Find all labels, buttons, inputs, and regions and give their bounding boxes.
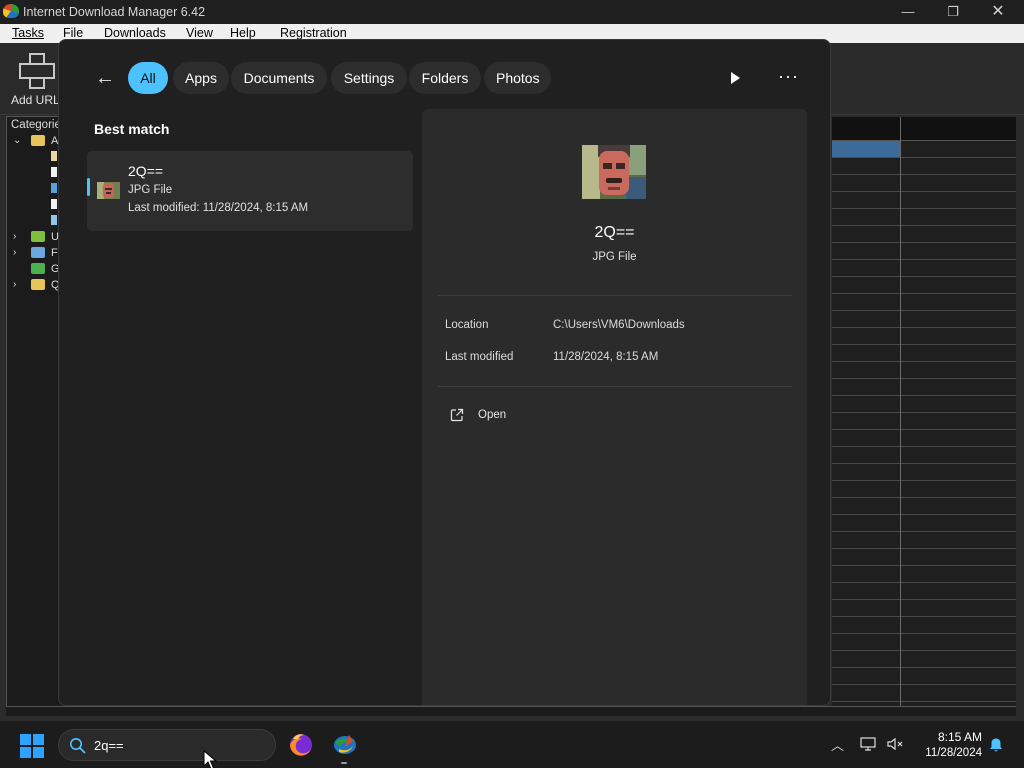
file-type-icon — [51, 183, 57, 193]
last-modified-label: Last modified — [445, 351, 514, 363]
image-preview-thumbnail — [582, 145, 646, 199]
menu-registration[interactable]: Registration — [280, 26, 347, 40]
chevron-right-icon[interactable]: › — [13, 279, 16, 290]
best-match-heading: Best match — [94, 121, 170, 137]
firefox-icon[interactable] — [287, 731, 315, 759]
menu-file[interactable]: File — [63, 26, 83, 40]
idm-app-icon — [3, 4, 19, 18]
location-value: C:\Users\VM6\Downloads — [553, 319, 685, 331]
divider — [438, 386, 792, 387]
close-button[interactable]: ✕ — [975, 1, 1021, 23]
idm-status-bar — [6, 706, 1016, 716]
categories-header[interactable]: Categorie — [11, 119, 61, 131]
search-input[interactable]: 2q== — [94, 738, 124, 753]
result-file-name: 2Q== — [128, 163, 164, 179]
image-thumbnail-icon — [97, 182, 120, 199]
menu-help[interactable]: Help — [230, 26, 256, 40]
location-label: Location — [445, 319, 489, 331]
notification-bell-icon[interactable] — [988, 737, 1004, 753]
maximize-button[interactable]: ❐ — [930, 1, 976, 23]
divider — [438, 295, 792, 296]
queue-folder-icon — [31, 279, 45, 290]
folder-check-icon — [31, 247, 45, 258]
chevron-right-icon[interactable]: › — [13, 247, 16, 258]
windows-start-icon[interactable] — [20, 734, 44, 758]
selected-row[interactable] — [832, 141, 900, 157]
plus-icon — [19, 53, 55, 89]
file-type-icon — [51, 199, 57, 209]
add-url-label: Add URL — [11, 93, 60, 107]
preview-file-type: JPG File — [592, 251, 637, 263]
running-indicator — [341, 762, 347, 764]
last-modified-value: 11/28/2024, 8:15 AM — [553, 351, 659, 363]
best-match-result[interactable]: 2Q== JPG File Last modified: 11/28/2024,… — [87, 151, 413, 231]
more-options-icon[interactable]: ··· — [778, 64, 800, 88]
filter-all[interactable]: All — [128, 62, 168, 94]
file-type-icon — [51, 215, 57, 225]
filter-apps[interactable]: Apps — [173, 62, 229, 94]
preview-file-name: 2Q== — [594, 224, 635, 241]
folder-icon — [31, 231, 45, 242]
file-type-icon — [51, 151, 57, 161]
download-list[interactable] — [832, 117, 1016, 715]
menu-downloads[interactable]: Downloads — [104, 26, 166, 40]
network-icon[interactable] — [860, 737, 878, 751]
taskbar-search-box[interactable]: 2q== — [58, 729, 276, 761]
play-icon[interactable] — [726, 69, 742, 87]
search-icon — [70, 738, 86, 754]
open-button[interactable]: Open — [446, 407, 556, 429]
volume-muted-icon[interactable] — [886, 736, 904, 752]
idm-window-title: Internet Download Manager 6.42 — [23, 5, 206, 19]
taskbar: 2q== ︿ 8:15 AM 11/28/2024 — [0, 720, 1024, 768]
chevron-right-icon[interactable]: › — [13, 231, 16, 242]
menu-view[interactable]: View — [186, 26, 213, 40]
menu-tasks[interactable]: Tasks — [12, 26, 44, 40]
minimize-button[interactable]: — — [885, 1, 931, 23]
filter-documents[interactable]: Documents — [231, 62, 327, 94]
result-last-modified: Last modified: 11/28/2024, 8:15 AM — [128, 202, 309, 214]
idm-taskbar-icon[interactable] — [331, 731, 359, 759]
grabber-icon — [31, 263, 45, 274]
filter-folders[interactable]: Folders — [409, 62, 481, 94]
filter-settings[interactable]: Settings — [331, 62, 407, 94]
mouse-cursor-icon — [203, 750, 217, 768]
file-type-icon — [51, 167, 57, 177]
back-arrow-icon[interactable]: ← — [95, 66, 117, 90]
column-divider[interactable] — [900, 117, 901, 715]
result-file-type: JPG File — [128, 184, 173, 196]
preview-pane: 2Q== JPG File Location C:\Users\VM6\Down… — [422, 109, 807, 705]
download-list-header[interactable] — [832, 117, 1016, 141]
filter-photos[interactable]: Photos — [484, 62, 551, 94]
show-hidden-icons-icon[interactable]: ︿ — [831, 735, 844, 754]
selection-indicator — [87, 178, 90, 196]
idm-title-bar: Internet Download Manager 6.42 — ❐ ✕ — [0, 0, 1024, 24]
search-flyout: ← All Apps Documents Settings Folders Ph… — [58, 39, 831, 706]
clock-time[interactable]: 8:15 AM — [912, 730, 982, 744]
chevron-down-icon[interactable]: ⌄ — [13, 135, 21, 146]
open-external-icon — [450, 408, 464, 422]
clock-date[interactable]: 11/28/2024 — [912, 747, 982, 759]
open-label: Open — [478, 409, 507, 421]
folder-open-icon — [31, 135, 45, 146]
